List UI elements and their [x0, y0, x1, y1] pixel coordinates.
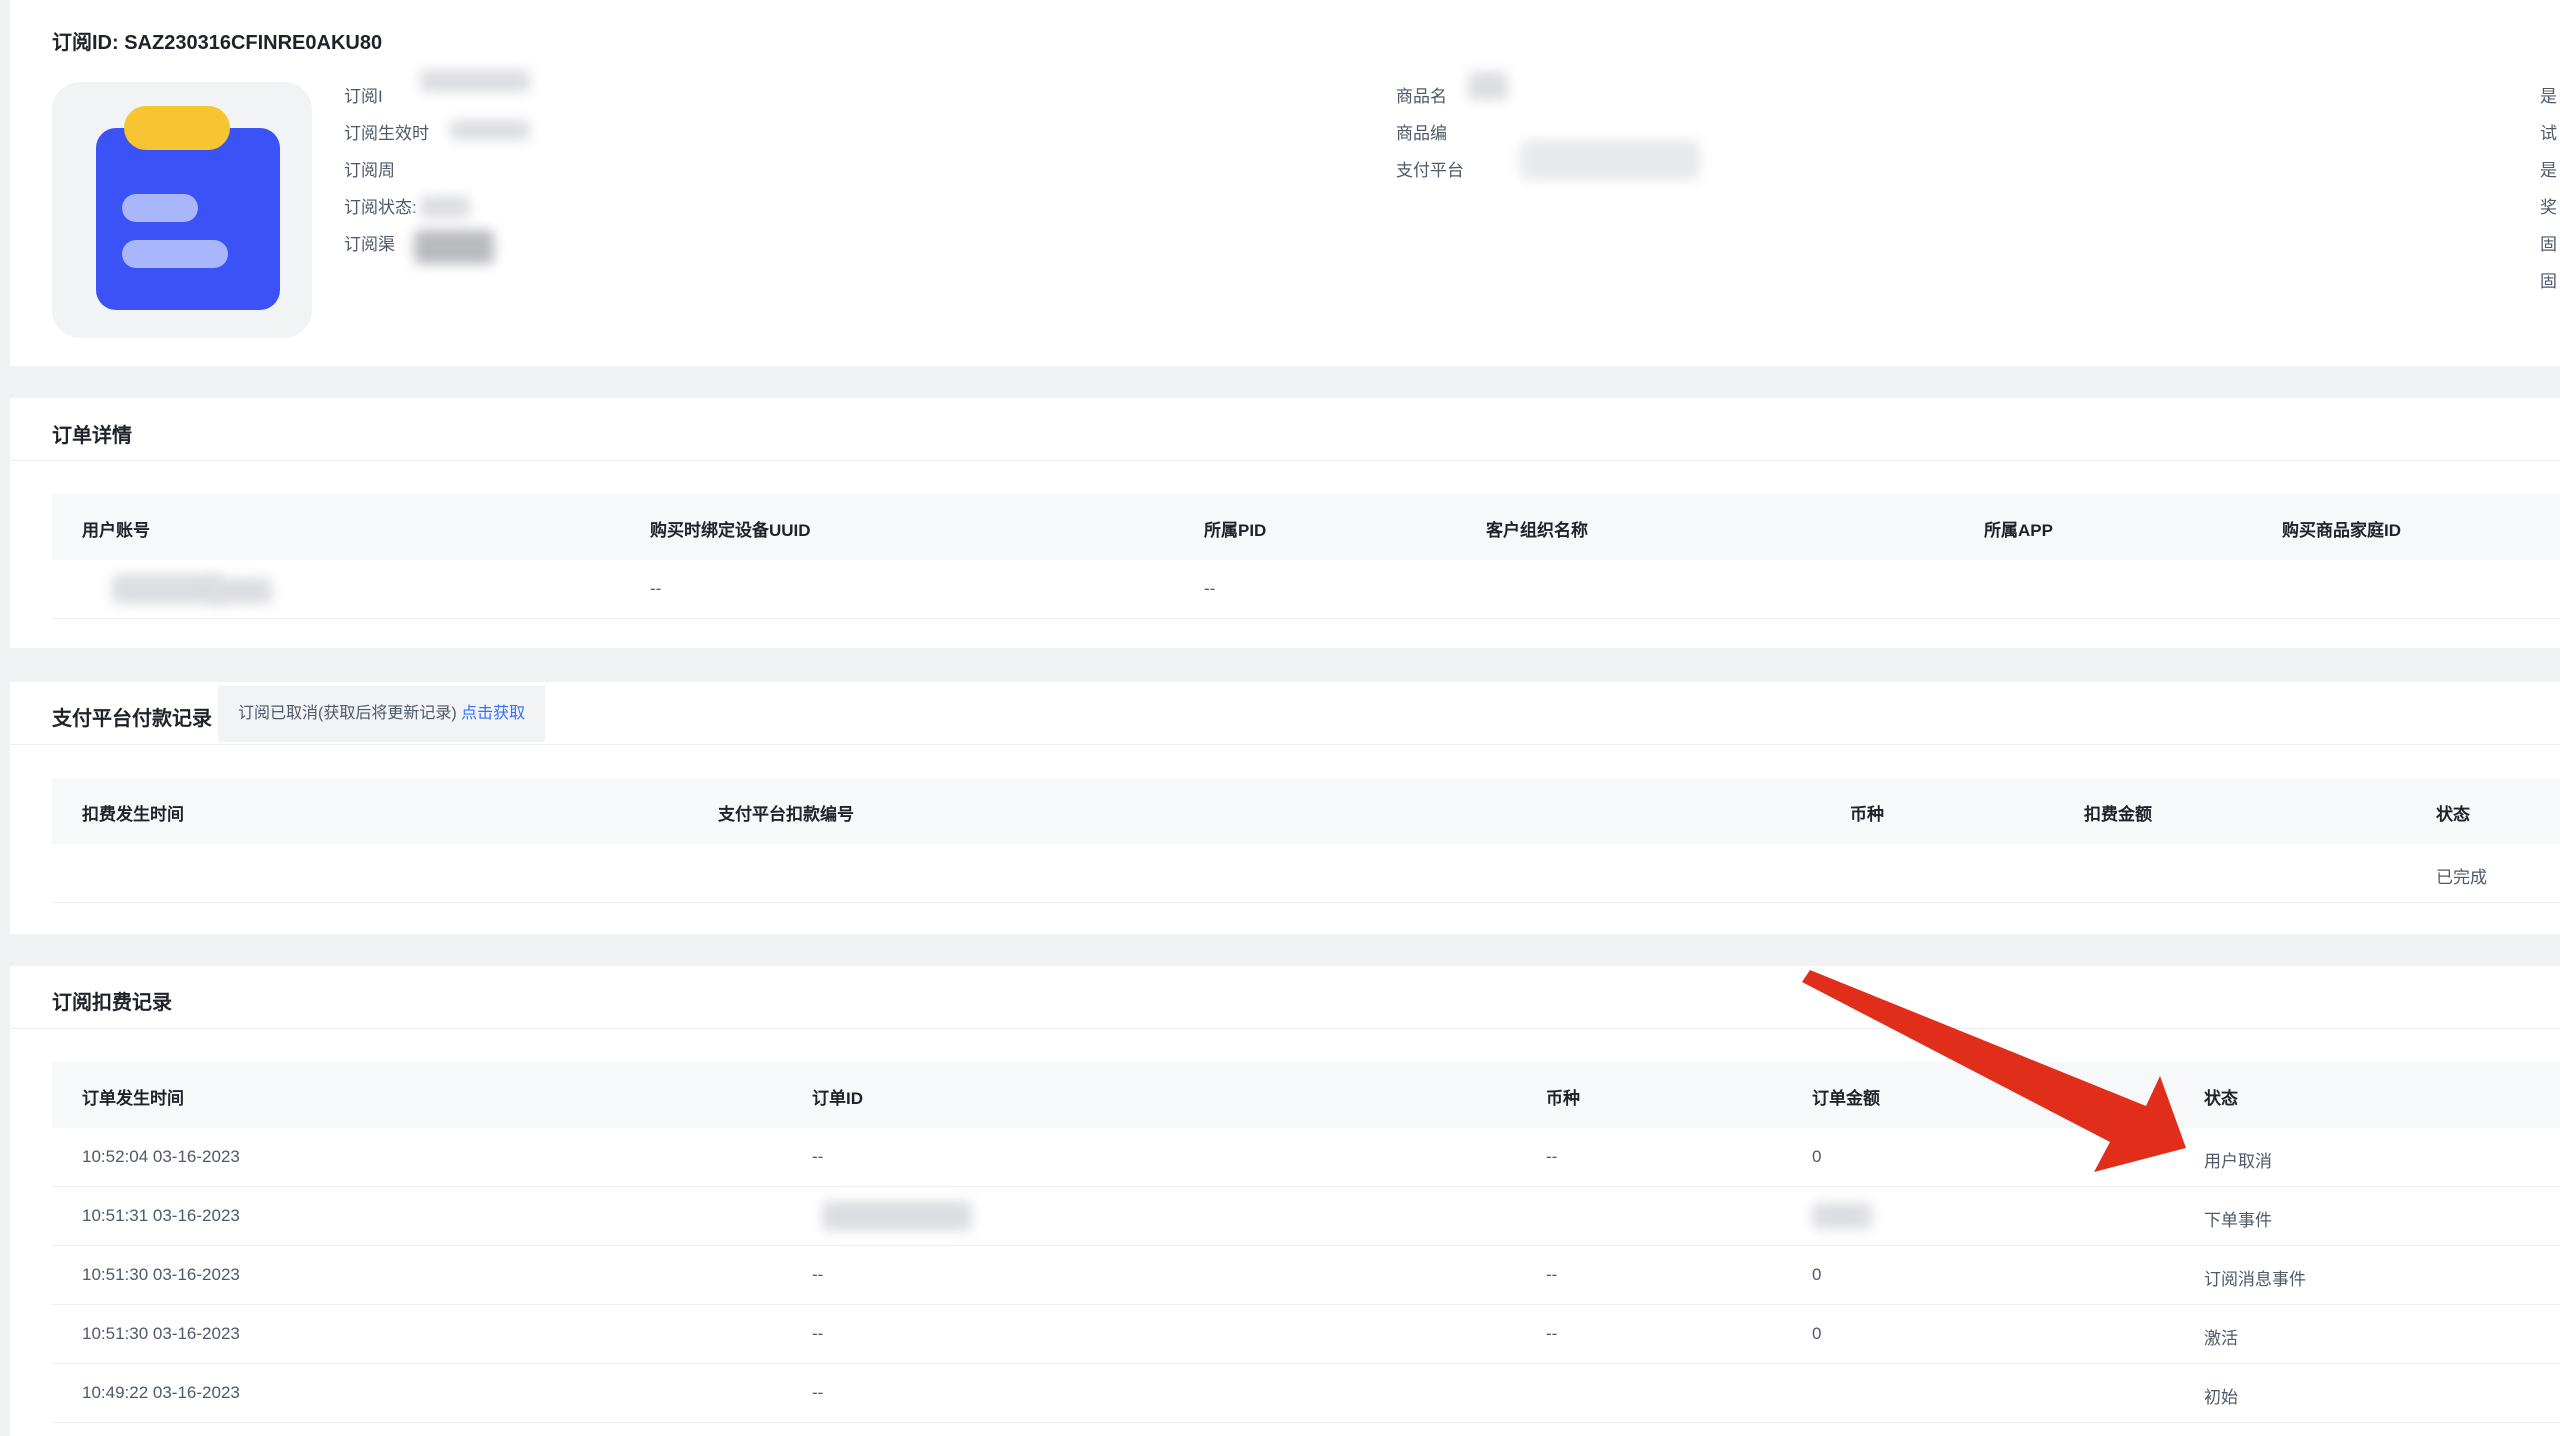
redacted-value [822, 1201, 972, 1231]
table-row: 10:51:30 03-16-2023 -- -- 0 订阅消息事件 [52, 1246, 2560, 1305]
subscription-info-card: 订阅ID: SAZ230316CFINRE0AKU80 订阅I 订阅生效时 订阅… [10, 0, 2560, 366]
col-order-time: 订单发生时间 [82, 1089, 184, 1108]
redacted-value [420, 196, 470, 218]
charge-table-header: 订单发生时间 订单ID 币种 订单金额 状态 [52, 1062, 2560, 1128]
table-row: 10:49:22 03-16-2023 -- 初始 [52, 1364, 2560, 1423]
redacted-value [212, 578, 272, 604]
clipboard-clip [124, 106, 230, 150]
col-org-name: 客户组织名称 [1486, 521, 1588, 540]
meta-product-code-label: 商品编 [1396, 124, 1447, 143]
redacted-value [1468, 72, 1508, 100]
meta-status-label: 订阅状态: [344, 198, 417, 217]
col-app: 所属APP [1984, 521, 2053, 540]
col-charge-time: 扣费发生时间 [82, 805, 184, 824]
cell-status: 下单事件 [2204, 1211, 2272, 1230]
meta-period-label: 订阅周 [344, 161, 395, 180]
col-platform-charge-no: 支付平台扣款编号 [718, 805, 854, 824]
fetch-records-link[interactable]: 点击获取 [461, 705, 525, 722]
cell-payment-status: 已完成 [2436, 868, 2487, 887]
col-status: 状态 [2204, 1089, 2238, 1108]
redacted-value [112, 574, 222, 604]
table-row: 已完成 [52, 844, 2560, 903]
cell-status: 用户取消 [2204, 1152, 2272, 1171]
col-currency: 币种 [1850, 805, 1884, 824]
col-pid: 所属PID [1204, 521, 1267, 540]
subscription-id-title: 订阅ID: SAZ230316CFINRE0AKU80 [52, 32, 383, 54]
clipboard-board [96, 128, 280, 310]
col-order-amount: 订单金额 [1812, 1089, 1880, 1108]
table-row: 10:51:31 03-16-2023 下单事件 [52, 1187, 2560, 1246]
payment-records-title: 支付平台付款记录 [52, 708, 212, 730]
order-details-table-header: 用户账号 购买时绑定设备UUID 所属PID 客户组织名称 所属APP 购买商品… [52, 494, 2560, 560]
order-details-card: 订单详情 用户账号 购买时绑定设备UUID 所属PID 客户组织名称 所属APP… [10, 398, 2560, 648]
order-details-title: 订单详情 [52, 425, 132, 447]
subscription-meta-mid: 商品名 商品编 支付平台 [1396, 78, 1464, 189]
col-status: 状态 [2436, 805, 2470, 824]
subscription-meta-right: 是 试 是 奖 固 固 [2540, 87, 2557, 291]
col-charge-amount: 扣费金额 [2084, 805, 2152, 824]
charge-records-card: 订阅扣费记录 订单发生时间 订单ID 币种 订单金额 状态 10:52:04 0… [10, 966, 2560, 1436]
cell-pid: -- [1204, 579, 1216, 598]
cell-status: 激活 [2204, 1329, 2238, 1348]
table-row: 10:52:04 03-16-2023 -- -- 0 用户取消 [52, 1128, 2560, 1187]
table-row: 10:51:30 03-16-2023 -- -- 0 激活 [52, 1305, 2560, 1364]
cell-status: 订阅消息事件 [2204, 1270, 2306, 1289]
subscription-cancelled-notice: 订阅已取消(获取后将更新记录) 点击获取 [218, 686, 546, 742]
redacted-value [420, 70, 530, 92]
payment-table-header: 扣费发生时间 支付平台扣款编号 币种 扣费金额 状态 [52, 778, 2560, 844]
col-device-uuid: 购买时绑定设备UUID [650, 521, 811, 540]
cell-device-uuid: -- [650, 579, 662, 598]
redacted-value [450, 120, 530, 140]
col-order-id: 订单ID [812, 1089, 863, 1108]
table-row: -- -- [52, 560, 2560, 619]
redacted-value [1520, 140, 1700, 180]
col-user-account: 用户账号 [82, 521, 150, 540]
notice-text: 订阅已取消(获取后将更新记录) [238, 705, 457, 722]
meta-effective-time-label: 订阅生效时 [344, 124, 429, 143]
meta-subscription-id-label: 订阅I [344, 87, 383, 106]
col-home-id: 购买商品家庭ID [2282, 521, 2401, 540]
product-clipboard-icon [52, 82, 312, 338]
meta-product-name-label: 商品名 [1396, 87, 1447, 106]
charge-records-title: 订阅扣费记录 [52, 992, 172, 1014]
meta-pay-platform-label: 支付平台 [1396, 161, 1464, 180]
redacted-value [1812, 1203, 1872, 1229]
cell-status: 初始 [2204, 1388, 2238, 1407]
col-currency: 币种 [1546, 1089, 1580, 1108]
redacted-value [414, 230, 494, 264]
